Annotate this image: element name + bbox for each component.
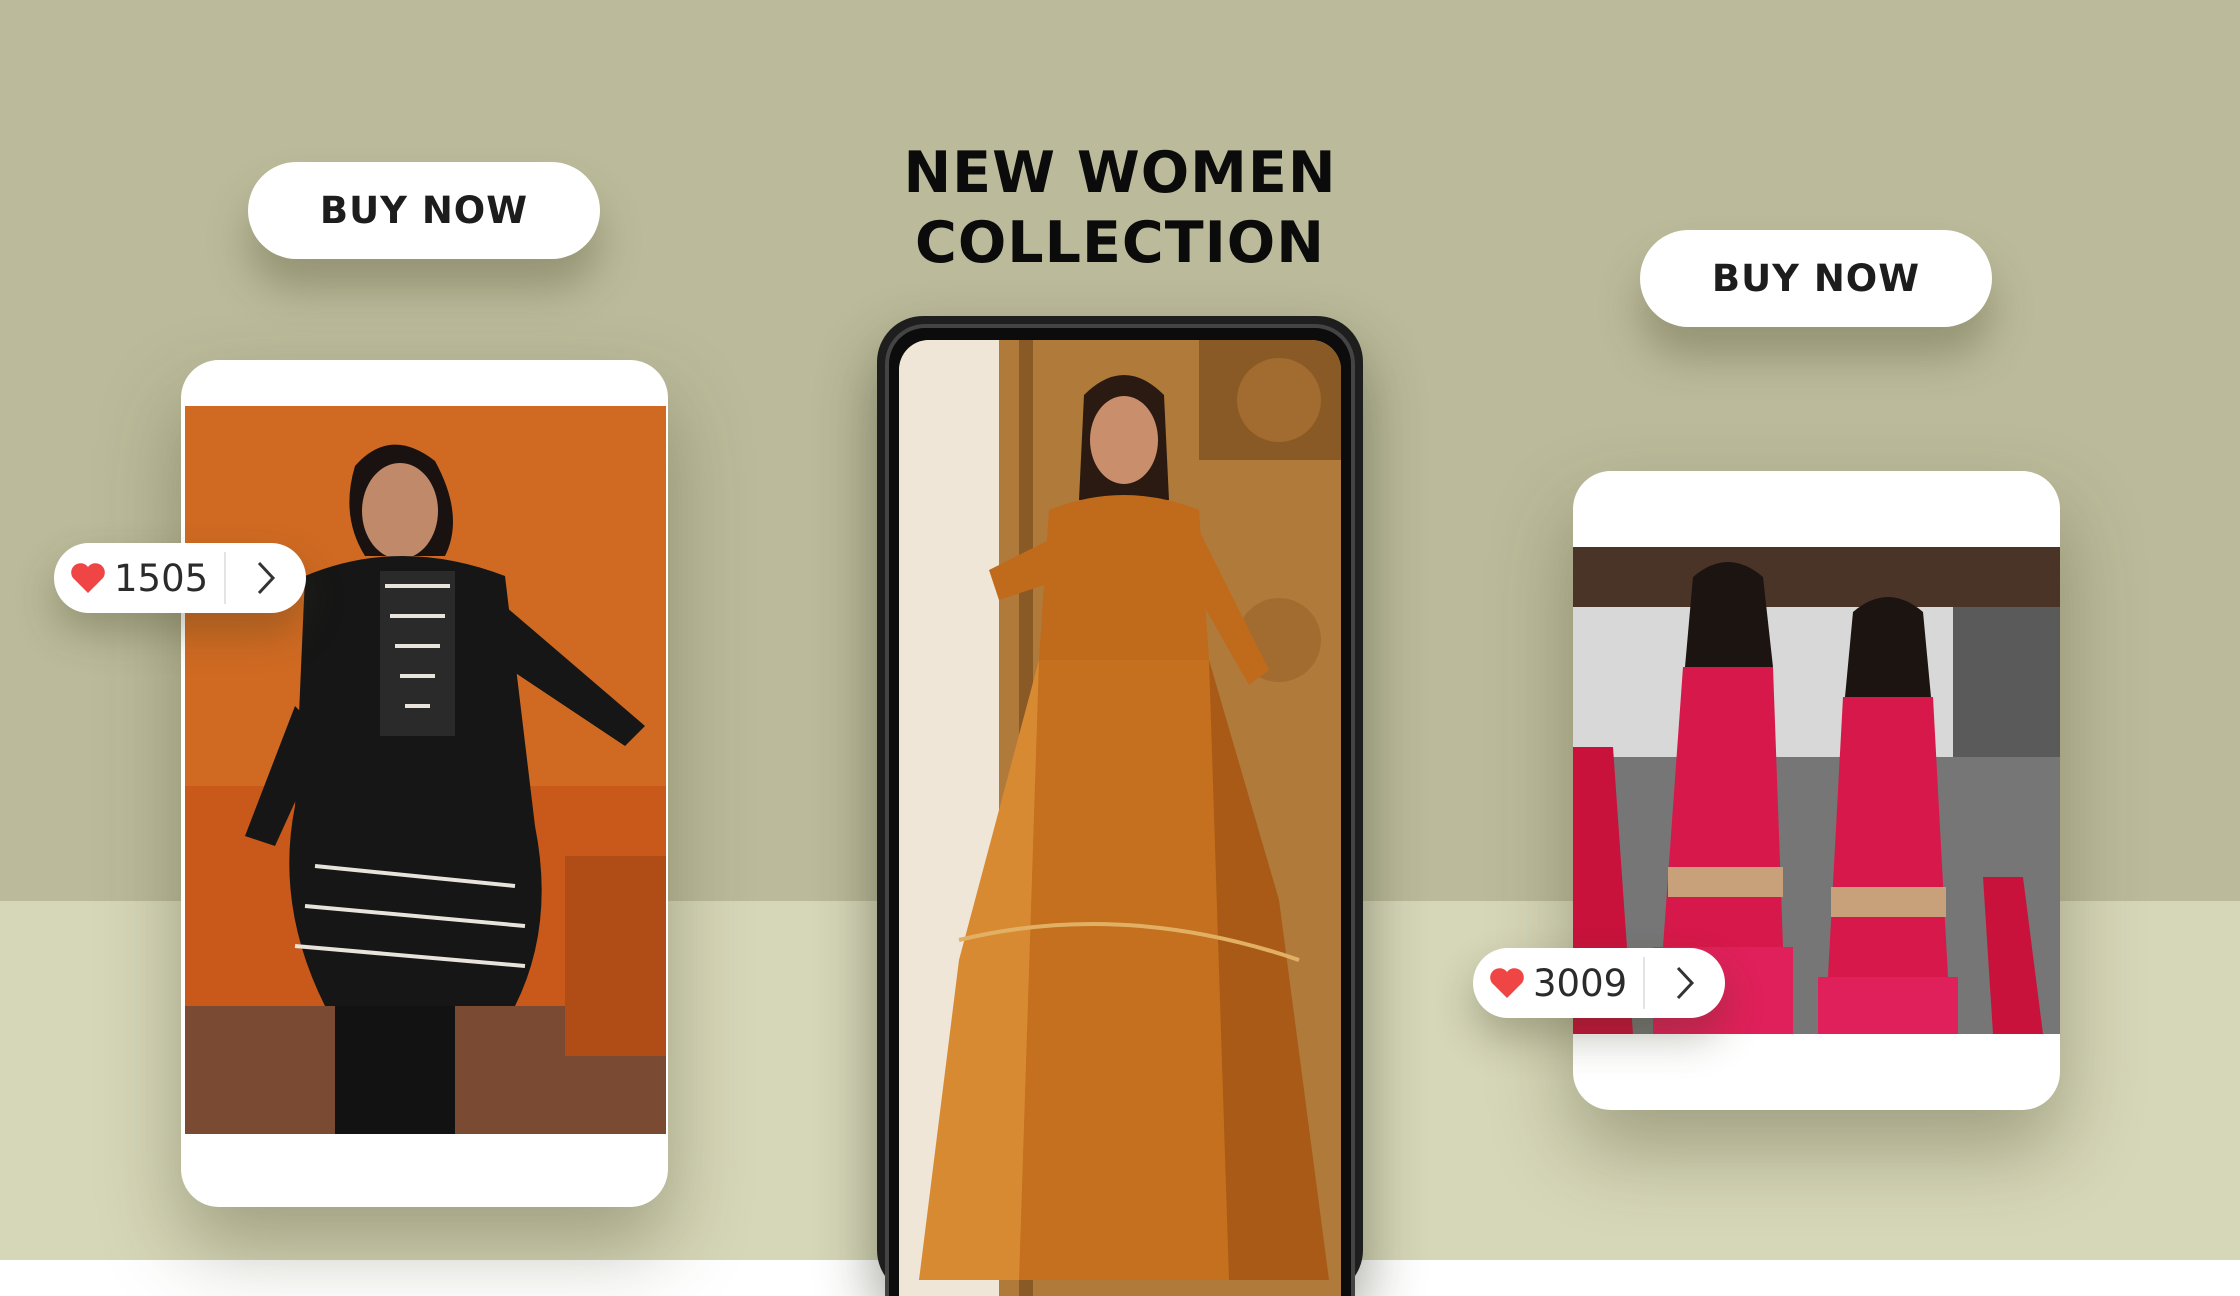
headline-line-2: COLLECTION	[915, 210, 1325, 276]
product-card-left[interactable]	[181, 360, 668, 1207]
like-count: 1505	[114, 556, 209, 600]
likes-pill-left[interactable]: 1505	[54, 543, 306, 613]
chevron-right-icon[interactable]	[226, 543, 306, 613]
like-count: 3009	[1533, 961, 1628, 1005]
phone-mockup	[877, 316, 1363, 1296]
chevron-right-icon[interactable]	[1645, 948, 1725, 1018]
buy-now-button-right[interactable]: BUY NOW	[1640, 230, 1992, 327]
buy-now-button-left[interactable]: BUY NOW	[248, 162, 600, 259]
product-photo-orange-anarkali	[899, 340, 1341, 1296]
product-photo-black-kurta	[185, 406, 666, 1134]
heart-icon	[1473, 948, 1533, 1018]
heart-icon	[54, 543, 114, 613]
likes-pill-right[interactable]: 3009	[1473, 948, 1725, 1018]
headline-line-1: NEW WOMEN	[903, 140, 1337, 206]
collection-headline: NEW WOMEN COLLECTION	[800, 138, 1440, 278]
